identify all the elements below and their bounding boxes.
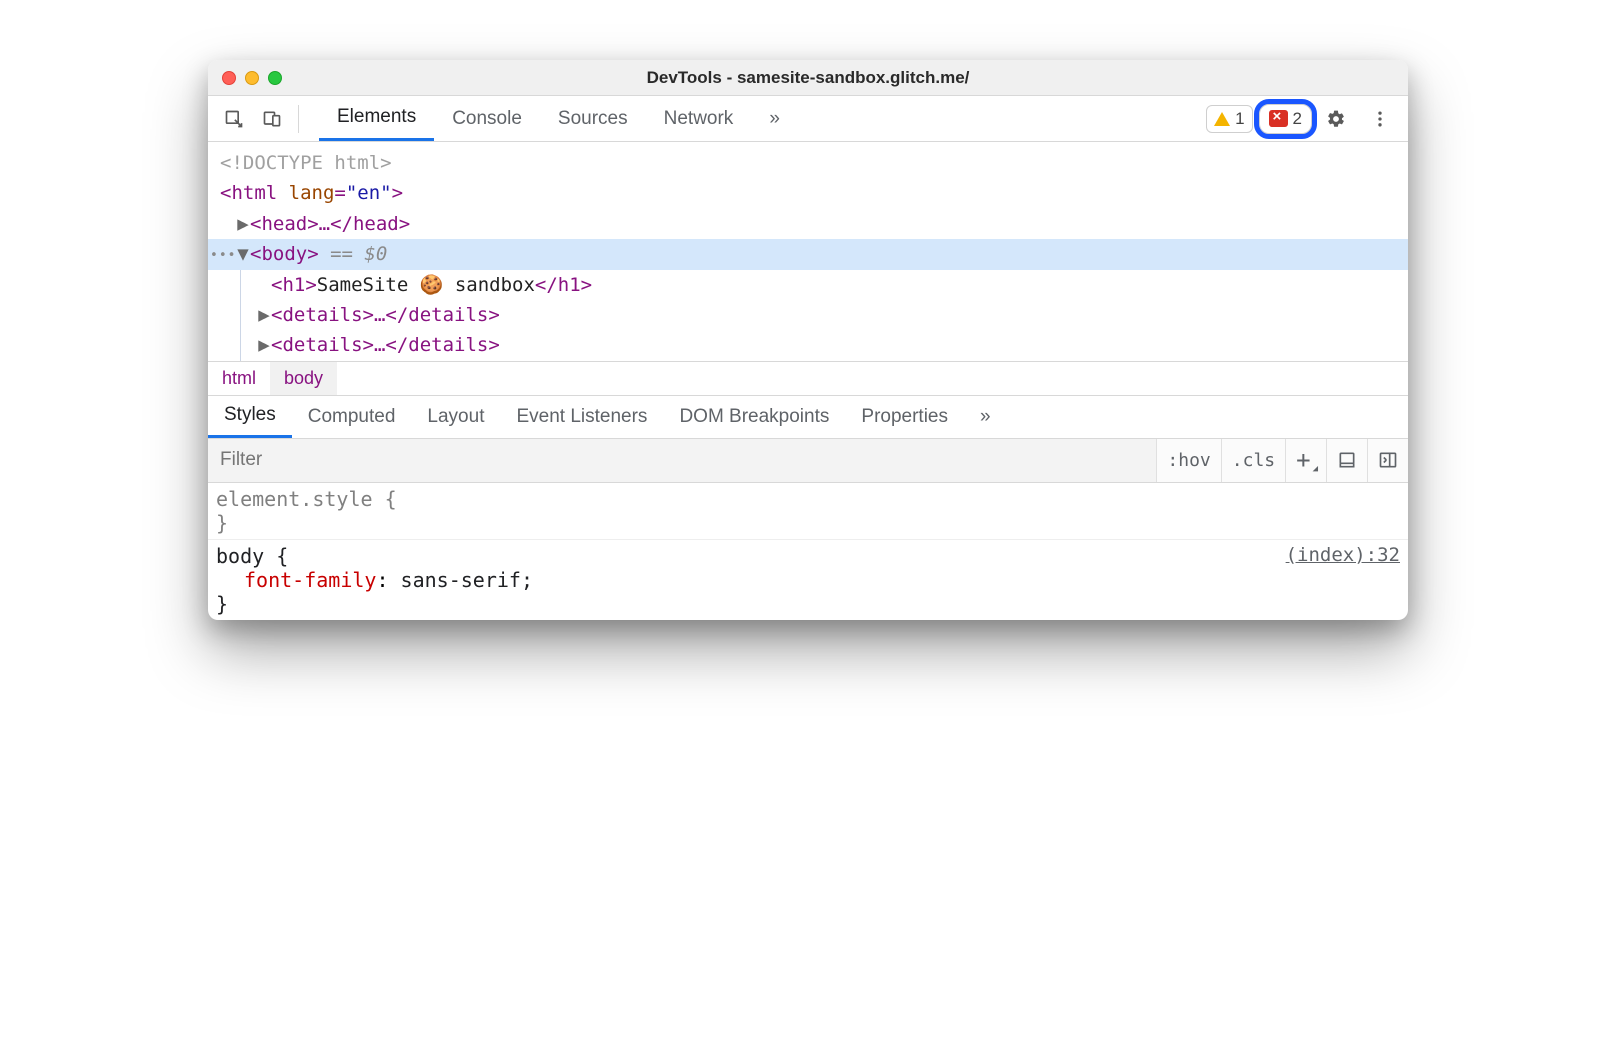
- warnings-counter[interactable]: 1: [1206, 105, 1252, 133]
- toolbar-right: 1 2: [1206, 101, 1400, 137]
- collapse-arrow-icon[interactable]: ▼: [236, 239, 250, 269]
- tab-network[interactable]: Network: [646, 96, 752, 141]
- issues-counter[interactable]: 2: [1259, 104, 1312, 134]
- pane-tab-layout[interactable]: Layout: [411, 396, 500, 438]
- pane-tab-styles[interactable]: Styles: [208, 396, 292, 438]
- dom-details-1[interactable]: ▶<details>…</details>: [241, 300, 1408, 330]
- dom-h1[interactable]: <h1>SameSite 🍪 sandbox</h1>: [241, 270, 1408, 300]
- issues-count: 2: [1293, 109, 1302, 129]
- tab-sources[interactable]: Sources: [540, 96, 646, 141]
- css-property-name: font-family: [244, 568, 376, 592]
- tab-elements[interactable]: Elements: [319, 96, 434, 141]
- pane-tab-properties[interactable]: Properties: [845, 396, 964, 438]
- pane-tab-dom-breakpoints[interactable]: DOM Breakpoints: [663, 396, 845, 438]
- new-style-rule-button[interactable]: + ◢: [1285, 439, 1326, 482]
- toggle-classes-button[interactable]: .cls: [1221, 439, 1285, 482]
- breadcrumbs: html body: [208, 361, 1408, 395]
- style-rules: element.style { } (index):32 body { font…: [208, 483, 1408, 620]
- dom-body-open[interactable]: ▼<body> == $0: [208, 239, 1408, 269]
- dom-head[interactable]: ▶<head>…</head>: [208, 209, 1408, 239]
- expand-arrow-icon[interactable]: ▶: [236, 209, 250, 239]
- css-property-value: sans-serif;: [401, 568, 533, 592]
- rule-close: }: [216, 511, 1400, 535]
- plus-icon: +: [1296, 446, 1310, 474]
- device-toolbar-icon[interactable]: [254, 101, 290, 137]
- styles-filter-input[interactable]: [208, 439, 1156, 482]
- warnings-count: 1: [1235, 109, 1244, 129]
- inspect-element-icon[interactable]: [216, 101, 252, 137]
- sidebar-pane-tabs: Styles Computed Layout Event Listeners D…: [208, 395, 1408, 439]
- panel-tabs: Elements Console Sources Network »: [319, 96, 798, 141]
- dom-doctype[interactable]: <!DOCTYPE html>: [208, 148, 1408, 178]
- pane-tab-computed[interactable]: Computed: [292, 396, 412, 438]
- expand-arrow-icon[interactable]: ▶: [257, 330, 271, 360]
- dom-html-open[interactable]: <html lang="en">: [208, 178, 1408, 208]
- settings-icon[interactable]: [1318, 101, 1354, 137]
- rule-selector: element.style {: [216, 487, 1400, 511]
- window-title: DevTools - samesite-sandbox.glitch.me/: [208, 68, 1408, 88]
- dom-body-children: <h1>SameSite 🍪 sandbox</h1> ▶<details>…<…: [240, 270, 1408, 361]
- rule-source-link[interactable]: (index):32: [1286, 544, 1400, 566]
- divider: [298, 105, 299, 133]
- devtools-window: DevTools - samesite-sandbox.glitch.me/ E…: [208, 60, 1408, 620]
- more-options-icon[interactable]: [1362, 101, 1398, 137]
- rule-close: }: [216, 592, 1400, 616]
- dom-details-2[interactable]: ▶<details>…</details>: [241, 330, 1408, 360]
- crumb-html[interactable]: html: [208, 362, 270, 395]
- warning-icon: [1214, 112, 1230, 126]
- tab-console[interactable]: Console: [434, 96, 540, 141]
- body-style-rule[interactable]: (index):32 body { font-family: sans-seri…: [208, 540, 1408, 620]
- main-toolbar: Elements Console Sources Network » 1 2: [208, 96, 1408, 142]
- titlebar: DevTools - samesite-sandbox.glitch.me/: [208, 60, 1408, 96]
- tabs-overflow-icon[interactable]: »: [751, 96, 798, 141]
- dropdown-corner-icon: ◢: [1313, 464, 1318, 474]
- issues-icon: [1269, 110, 1288, 127]
- toggle-sidebar-icon[interactable]: [1367, 439, 1408, 482]
- dom-tree[interactable]: <!DOCTYPE html> <html lang="en"> ▶<head>…: [208, 142, 1408, 361]
- styles-toolbar: :hov .cls + ◢: [208, 439, 1408, 483]
- pane-tabs-overflow-icon[interactable]: »: [964, 396, 1007, 438]
- css-declaration[interactable]: font-family: sans-serif;: [216, 568, 1400, 592]
- element-style-rule[interactable]: element.style { }: [208, 483, 1408, 540]
- toggle-hover-button[interactable]: :hov: [1156, 439, 1220, 482]
- computed-styles-icon[interactable]: [1326, 439, 1367, 482]
- crumb-body[interactable]: body: [270, 362, 337, 395]
- expand-arrow-icon[interactable]: ▶: [257, 300, 271, 330]
- pane-tab-event-listeners[interactable]: Event Listeners: [500, 396, 663, 438]
- rule-selector: body {: [216, 544, 1400, 568]
